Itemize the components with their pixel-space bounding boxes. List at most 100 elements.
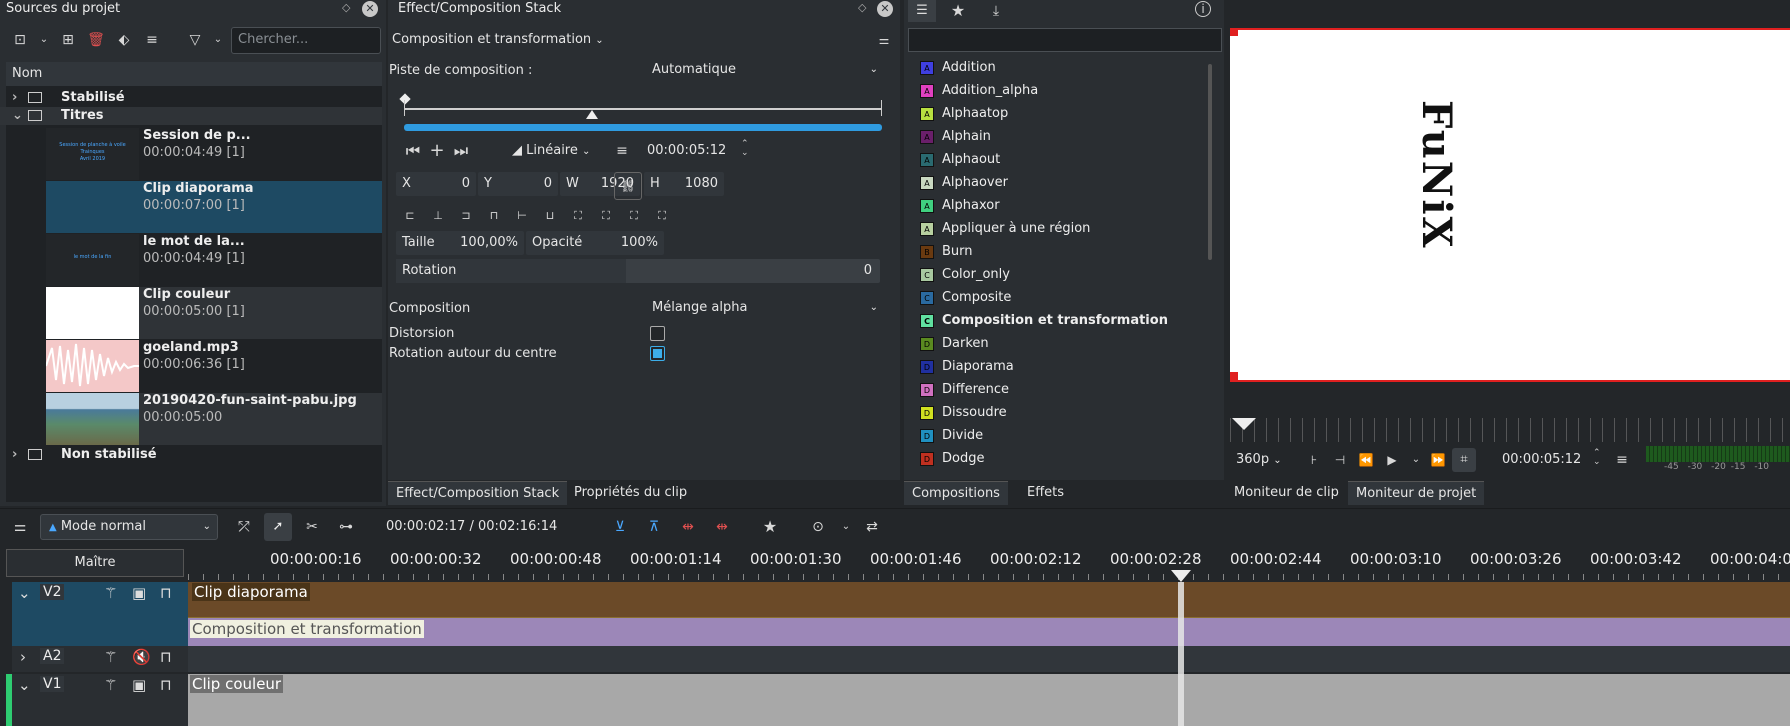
razor-tool-icon[interactable]: ✂ <box>302 517 322 537</box>
align-vcenter-icon[interactable]: ⊢ <box>512 206 532 226</box>
close-icon[interactable]: ✕ <box>362 1 378 17</box>
float-icon[interactable]: ◇ <box>858 1 866 14</box>
tag-icon[interactable]: ⬖ <box>114 30 134 50</box>
rotation-slider[interactable]: Rotation 0 <box>396 259 880 283</box>
mode-select[interactable]: ▲ Mode normal ⌄ <box>40 514 218 540</box>
menu-icon[interactable]: ≡ <box>1612 450 1632 470</box>
chevron-down-icon[interactable]: ⌄ <box>836 517 856 537</box>
crop-icon[interactable]: ⌗ <box>1452 448 1476 472</box>
spin-icon[interactable]: ⌃ ⌄ <box>741 140 749 158</box>
previous-keyframe-icon[interactable]: ⏮ <box>403 141 423 161</box>
next-keyframe-icon[interactable]: ⏭ <box>451 141 471 161</box>
align-bottom-icon[interactable]: ⊔ <box>540 206 560 226</box>
spacer-tool-icon[interactable]: ⤱ <box>234 517 254 537</box>
effects-icon[interactable]: ⚚ <box>104 648 117 666</box>
opacity-field[interactable]: Opacité 100% <box>526 231 664 255</box>
track-select[interactable]: Automatique ⌄ <box>644 58 884 82</box>
column-header[interactable]: Nom <box>6 62 382 86</box>
lock-icon[interactable]: ⊓ <box>160 676 172 694</box>
x-field[interactable]: X 0 <box>396 172 476 196</box>
folder-titres[interactable]: ⌄ Titres <box>0 107 382 125</box>
keyframe-playhead[interactable] <box>586 110 598 119</box>
tab-compositions[interactable]: Compositions <box>904 481 1008 505</box>
filter-icon[interactable]: ▽ <box>185 30 205 50</box>
align-right-icon[interactable]: ⊐ <box>456 206 476 226</box>
track-name-a2[interactable]: A2 <box>40 648 65 664</box>
expand-icon[interactable]: › <box>20 648 26 666</box>
insert-icon[interactable]: ⊻ <box>610 517 630 537</box>
monitor-playhead[interactable] <box>1232 418 1256 430</box>
float-icon[interactable]: ◇ <box>342 1 350 14</box>
slip-tool-icon[interactable]: ⊶ <box>336 517 356 537</box>
tab-effect-stack[interactable]: Effect/Composition Stack <box>388 481 568 505</box>
tab-clip-monitor[interactable]: Moniteur de clip <box>1226 481 1347 505</box>
fit-width-icon[interactable]: ⛶ <box>596 206 616 226</box>
collapse-icon[interactable]: ⌄ <box>18 584 31 602</box>
align-hcenter-icon[interactable]: ⊥ <box>428 206 448 226</box>
favorite-star-icon[interactable]: ★ <box>760 517 780 537</box>
timeline-playhead[interactable] <box>1178 582 1184 726</box>
audio-track-lane[interactable] <box>188 646 1790 672</box>
y-field[interactable]: Y 0 <box>478 172 558 196</box>
search-input[interactable]: Chercher... <box>231 27 381 54</box>
align-left-icon[interactable]: ⊏ <box>400 206 420 226</box>
add-keyframe-icon[interactable]: + <box>427 141 447 161</box>
monitor-timecode[interactable]: 00:00:05:12 <box>1502 452 1581 467</box>
monitor-ruler[interactable] <box>1230 418 1790 442</box>
chevron-right-icon[interactable]: › <box>12 446 17 464</box>
composition-header[interactable]: Composition et transformation ⌄ <box>392 32 604 47</box>
zone-in-icon[interactable]: ⊦ <box>1304 450 1324 470</box>
add-folder-icon[interactable]: ⊞ <box>58 30 78 50</box>
chevron-down-icon[interactable]: ⌄ <box>34 30 54 50</box>
record-icon[interactable]: ⊙ <box>808 517 828 537</box>
timeline-clip[interactable]: Clip couleur <box>188 674 1790 726</box>
composition-select[interactable]: Mélange alpha ⌄ <box>644 296 884 320</box>
keyframe-timecode[interactable]: 00:00:05:12 <box>647 143 726 158</box>
chevron-down-icon[interactable]: ⌄ <box>12 107 23 125</box>
zoom-select[interactable]: 360p ⌄ <box>1236 452 1282 467</box>
list-item[interactable]: goeland.mp3 00:00:06:36 [1] <box>46 340 382 392</box>
size-field[interactable]: Taille 100,00% <box>396 231 524 255</box>
close-icon[interactable]: ✕ <box>877 1 893 17</box>
mixer-icon[interactable]: ⇄ <box>862 517 882 537</box>
scrollbar[interactable] <box>1208 64 1212 260</box>
track-name-v1[interactable]: V1 <box>40 676 65 692</box>
align-top-icon[interactable]: ⊓ <box>484 206 504 226</box>
compositions-search-input[interactable] <box>908 28 1222 52</box>
list-item[interactable]: 20190420-fun-saint-pabu.jpg 00:00:05:00 <box>46 393 382 445</box>
rotate-center-checkbox[interactable] <box>650 346 665 361</box>
list-item[interactable]: Clip diaporama 00:00:07:00 [1] <box>46 181 382 233</box>
link-icon[interactable]: ⛓ <box>614 172 642 200</box>
chevron-down-icon[interactable]: ⌄ <box>208 30 228 50</box>
tab-clip-properties[interactable]: Propriétés du clip <box>566 481 695 505</box>
list-item[interactable]: Clip couleur 00:00:05:00 [1] <box>46 287 382 339</box>
extract-icon[interactable]: ⇹ <box>678 517 698 537</box>
chevron-down-icon[interactable]: ⌄ <box>1406 450 1426 470</box>
settings-sliders-icon[interactable]: ⚌ <box>874 30 894 50</box>
overwrite-icon[interactable]: ⊼ <box>644 517 664 537</box>
tab-effects[interactable]: Effets <box>1019 481 1072 505</box>
fit-height-icon[interactable]: ⛶ <box>624 206 644 226</box>
effects-icon[interactable]: ⚚ <box>104 584 117 602</box>
interpolation-select[interactable]: ◢ Linéaire ⌄ <box>512 143 590 158</box>
keyframe-marker[interactable] <box>399 93 411 105</box>
zone-out-icon[interactable]: ⊣ <box>1330 450 1350 470</box>
effects-icon[interactable]: ⚚ <box>104 676 117 694</box>
select-tool-icon[interactable]: ➚ <box>264 513 292 541</box>
menu-icon[interactable]: ≡ <box>142 30 162 50</box>
playhead-handle[interactable] <box>1171 570 1191 582</box>
tab-project-monitor[interactable]: Moniteur de projet <box>1348 481 1485 505</box>
folder-non-stabilise[interactable]: › Non stabilisé <box>0 446 382 464</box>
lock-icon[interactable]: ⊓ <box>160 584 172 602</box>
lift-icon[interactable]: ⇹ <box>712 517 732 537</box>
fit-icon[interactable]: ⛶ <box>568 206 588 226</box>
spin-icon[interactable]: ⌃ ⌄ <box>1593 449 1601 467</box>
delete-icon[interactable]: 🗑 <box>86 30 106 50</box>
keyframe-track[interactable] <box>404 108 882 110</box>
timeline-clip[interactable]: Clip diaporama <box>188 582 1790 618</box>
info-icon[interactable]: i <box>1195 1 1211 17</box>
reset-size-icon[interactable]: ⛶ <box>652 206 672 226</box>
rewind-icon[interactable]: ⏪ <box>1356 450 1376 470</box>
film-icon[interactable]: ▣ <box>132 584 146 602</box>
composition-clip[interactable]: Composition et transformation <box>188 618 1790 646</box>
